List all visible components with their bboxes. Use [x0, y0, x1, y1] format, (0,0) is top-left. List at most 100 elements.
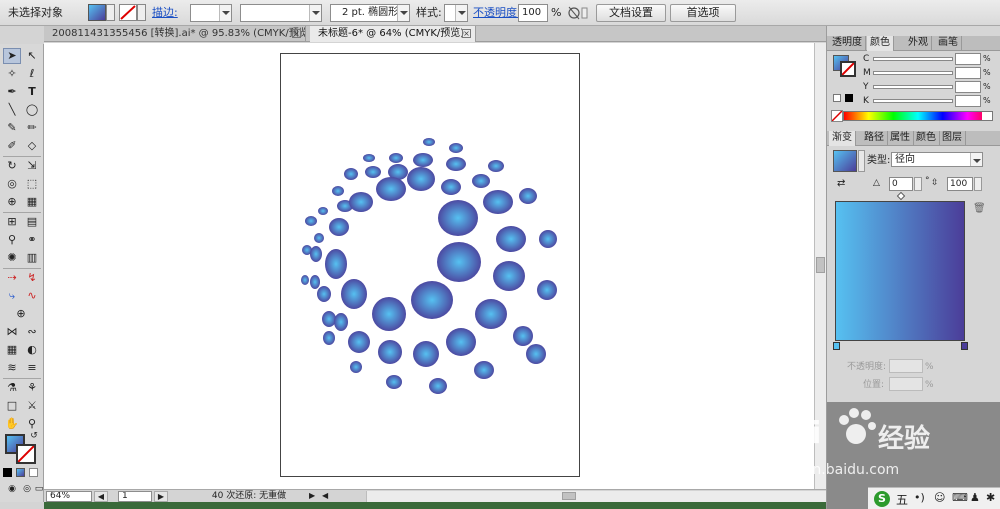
punctuation-icon[interactable]: •): [914, 491, 925, 504]
midpoint-diamond-icon[interactable]: [896, 191, 906, 201]
sphere-shape[interactable]: [441, 179, 461, 195]
sphere-shape[interactable]: [496, 226, 526, 252]
hand-tool-icon[interactable]: ✋: [3, 416, 21, 432]
artboard[interactable]: [280, 53, 580, 477]
sphere-shape[interactable]: [323, 331, 335, 345]
sphere-shape[interactable]: [413, 153, 433, 167]
gradient-mode-icon[interactable]: [16, 468, 25, 477]
horizontal-scroll-thumb[interactable]: [562, 492, 576, 500]
live-paint-selection-icon[interactable]: ⚘: [23, 380, 41, 396]
sphere-shape[interactable]: [429, 378, 447, 394]
aspect-ratio-field[interactable]: 100: [947, 177, 973, 191]
ime-mode[interactable]: 五: [896, 491, 908, 508]
symbol-sprayer-tool-icon[interactable]: ✺: [3, 250, 21, 266]
pen-tool-icon[interactable]: ✒: [3, 84, 21, 100]
paintbrush-tool-icon[interactable]: ✎: [3, 120, 21, 136]
gradient-type-select[interactable]: 径向: [891, 152, 983, 167]
slice-tool-icon[interactable]: ∾: [23, 324, 41, 340]
sphere-shape[interactable]: [437, 242, 481, 282]
default-black-icon[interactable]: [845, 94, 853, 102]
sphere-shape[interactable]: [349, 192, 373, 212]
tab-document-1[interactable]: 200811431355456 [转换].ai* @ 95.83% (CMYK/…: [44, 26, 306, 42]
sphere-shape[interactable]: [317, 286, 331, 302]
type-tool-icon[interactable]: T: [23, 84, 41, 100]
brush-definition[interactable]: 2 pt. 椭圆形: [330, 4, 410, 22]
gradient-tool-icon[interactable]: ▤: [23, 214, 41, 230]
ellipse-tool-icon[interactable]: ◯: [23, 102, 41, 118]
swap-colors-icon[interactable]: ↺: [28, 428, 40, 444]
shape-builder-tool-icon[interactable]: ⊕: [3, 194, 21, 210]
preferences-button[interactable]: 首选项: [670, 4, 736, 22]
grid-tool-icon[interactable]: ▦: [3, 342, 21, 358]
sphere-shape[interactable]: [332, 186, 344, 196]
fill-dropdown[interactable]: [106, 4, 115, 21]
tab-pathfinder[interactable]: 路径: [861, 131, 888, 146]
sphere-shape[interactable]: [389, 153, 403, 163]
sphere-shape[interactable]: [474, 361, 494, 379]
stop-opacity-field[interactable]: [889, 359, 923, 373]
perspective-tool-icon[interactable]: ▦: [23, 194, 41, 210]
panel-stroke-swatch[interactable]: [840, 61, 856, 77]
tab-appearance[interactable]: 外观: [905, 36, 932, 51]
recolor-artwork-icon[interactable]: [566, 4, 588, 22]
stop-position-field[interactable]: [889, 377, 923, 391]
wave-tool-icon[interactable]: ≋: [3, 360, 21, 376]
blob-brush-tool-icon[interactable]: ✐: [3, 138, 21, 154]
warp-tool-icon[interactable]: ◎: [3, 176, 21, 192]
opacity-label[interactable]: 不透明度:: [473, 4, 521, 22]
reshape-tool-icon[interactable]: ↯: [23, 270, 41, 286]
aspect-ratio-dropdown[interactable]: [974, 177, 982, 191]
sphere-shape[interactable]: [365, 166, 381, 178]
color-spectrum-bar[interactable]: [843, 111, 993, 121]
sphere-shape[interactable]: [325, 249, 347, 279]
sphere-shape[interactable]: [305, 216, 317, 226]
sphere-shape[interactable]: [310, 275, 320, 289]
delete-stop-icon[interactable]: 🗑: [973, 203, 986, 214]
column-graph-tool-icon[interactable]: ▥: [23, 250, 41, 266]
opacity-field[interactable]: 100: [518, 4, 548, 22]
variable-width-profile[interactable]: [240, 4, 322, 22]
list-tool-icon[interactable]: ≡: [23, 360, 41, 376]
sphere-shape[interactable]: [493, 261, 525, 291]
canvas-area[interactable]: [44, 43, 814, 489]
line-tool-icon[interactable]: ╲: [3, 102, 21, 118]
sphere-shape[interactable]: [483, 190, 513, 214]
status-menu-icon[interactable]: ▶: [309, 491, 319, 502]
stroke-label[interactable]: 描边:: [152, 4, 178, 22]
sphere-shape[interactable]: [363, 154, 375, 162]
sphere-shape[interactable]: [341, 279, 367, 309]
angle-field[interactable]: 0: [889, 177, 913, 191]
target-tool-icon[interactable]: ⊕: [12, 306, 30, 322]
first-artboard-button[interactable]: ◀: [94, 491, 108, 502]
sphere-shape[interactable]: [386, 375, 402, 389]
sphere-shape[interactable]: [472, 174, 490, 188]
tab-color[interactable]: 颜色: [867, 36, 894, 51]
stroke-swatch[interactable]: [16, 444, 36, 464]
tab-gradient[interactable]: 渐变: [829, 131, 856, 146]
sphere-shape[interactable]: [446, 157, 466, 171]
tab-color-2[interactable]: 颜色: [913, 131, 940, 146]
none-color-icon[interactable]: [831, 110, 843, 122]
sphere-shape[interactable]: [539, 230, 557, 248]
selection-tool-icon[interactable]: ➤: [3, 48, 21, 64]
width-tool-icon[interactable]: ⇢: [3, 270, 21, 286]
sphere-shape[interactable]: [423, 138, 435, 146]
smooth-tool-icon[interactable]: ∿: [23, 288, 41, 304]
sphere-shape[interactable]: [378, 340, 402, 364]
gradient-ramp[interactable]: [835, 201, 965, 341]
lasso-tool-icon[interactable]: ℓ: [23, 66, 41, 82]
style-dropdown[interactable]: [444, 4, 468, 22]
scroll-left-icon[interactable]: ◀: [322, 491, 332, 502]
stroke-color-swatch[interactable]: [119, 4, 137, 21]
angle-dropdown[interactable]: [914, 177, 922, 191]
sphere-shape[interactable]: [334, 313, 348, 331]
horizontal-scrollbar[interactable]: [366, 491, 826, 502]
color-mode-icon[interactable]: [3, 468, 12, 477]
sphere-shape[interactable]: [526, 344, 546, 364]
sphere-shape[interactable]: [488, 160, 504, 172]
sphere-shape[interactable]: [350, 361, 362, 373]
document-setup-button[interactable]: 文档设置: [596, 4, 666, 22]
sphere-shape[interactable]: [446, 328, 476, 356]
emoji-icon[interactable]: ☺: [934, 491, 945, 504]
mesh-tool-icon[interactable]: ⊞: [3, 214, 21, 230]
